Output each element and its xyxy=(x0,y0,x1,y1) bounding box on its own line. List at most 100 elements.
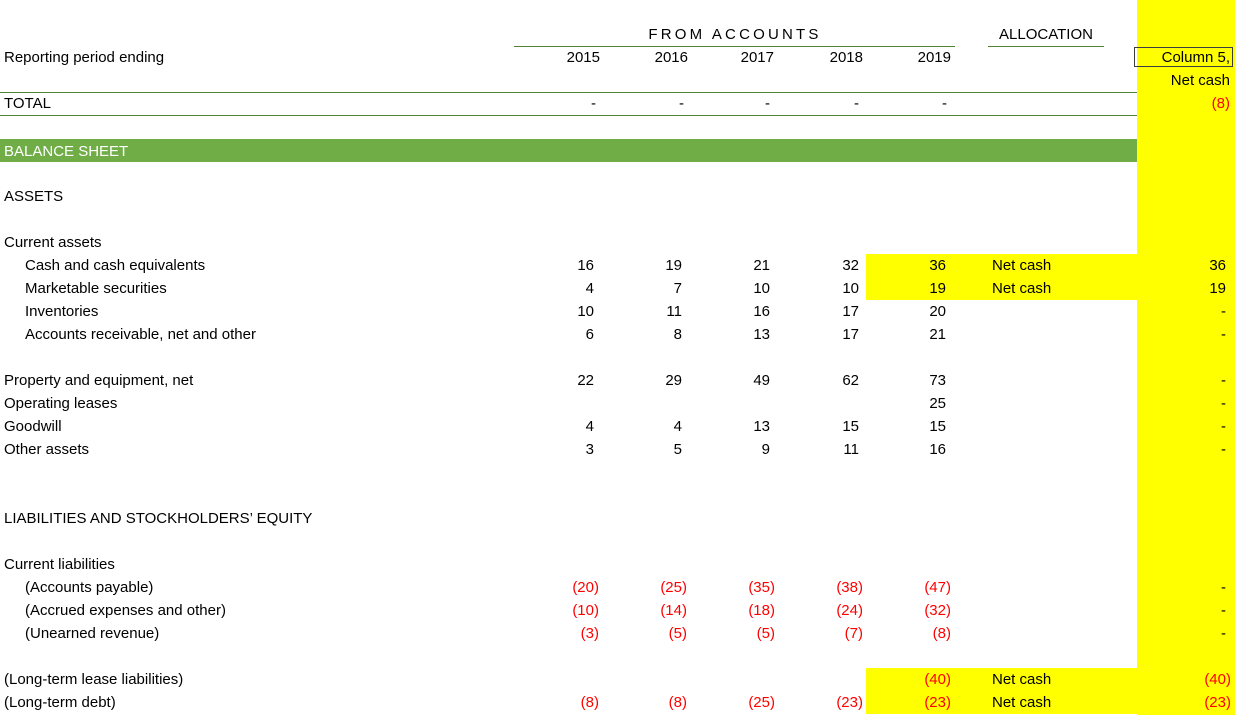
allocation-cell[interactable]: Net cash xyxy=(992,694,1051,712)
cell-value[interactable]: 11 xyxy=(803,441,859,459)
cell-value[interactable]: (20) xyxy=(540,579,599,597)
cell-value[interactable]: 21 xyxy=(891,326,946,344)
cell-value[interactable]: (5) xyxy=(714,625,775,643)
year-header: 2019 xyxy=(917,49,951,66)
column5-cell[interactable]: - xyxy=(1140,579,1226,597)
cell-value[interactable]: (8) xyxy=(540,694,599,712)
cell-value[interactable]: (18) xyxy=(714,602,775,620)
cell-value[interactable]: 7 xyxy=(628,280,682,298)
cell-value[interactable]: 21 xyxy=(714,257,770,275)
cell-value[interactable]: 15 xyxy=(803,418,859,436)
cell-value[interactable]: 10 xyxy=(714,280,770,298)
cell-value[interactable]: (24) xyxy=(803,602,863,620)
row-label: (Long-term debt) xyxy=(4,694,116,711)
balance-sheet-label: BALANCE SHEET xyxy=(4,143,129,160)
cell-value[interactable]: 10 xyxy=(803,280,859,298)
cell-value[interactable]: 17 xyxy=(803,326,859,344)
cell-value[interactable]: (5) xyxy=(628,625,687,643)
total-value[interactable]: - xyxy=(714,95,770,113)
current-liabilities-label: Current liabilities xyxy=(4,556,115,573)
cell-value[interactable]: (8) xyxy=(628,694,687,712)
cell-value[interactable]: 15 xyxy=(891,418,946,436)
column5-cell[interactable]: - xyxy=(1140,625,1226,643)
cell-value[interactable]: (38) xyxy=(803,579,863,597)
allocation-header: ALLOCATION xyxy=(999,26,1093,43)
cell-value[interactable]: 25 xyxy=(891,395,946,413)
cell-value[interactable]: 29 xyxy=(628,372,682,390)
total-value[interactable]: - xyxy=(628,95,684,113)
column5-cell[interactable]: (23) xyxy=(1140,694,1231,712)
cell-value[interactable]: (32) xyxy=(891,602,951,620)
cell-value[interactable]: 13 xyxy=(714,326,770,344)
cell-value[interactable]: (25) xyxy=(628,579,687,597)
column5-cell[interactable]: - xyxy=(1140,326,1226,344)
column5-cell[interactable]: - xyxy=(1140,372,1226,390)
column5-cell[interactable]: - xyxy=(1140,418,1226,436)
cell-value[interactable]: 10 xyxy=(540,303,594,321)
cell-value[interactable]: 8 xyxy=(628,326,682,344)
cell-value[interactable]: 4 xyxy=(540,418,594,436)
total-label: TOTAL xyxy=(4,95,51,112)
year-header: 2018 xyxy=(829,49,863,66)
allocation-cell[interactable]: Net cash xyxy=(992,257,1051,275)
cell-value[interactable]: (40) xyxy=(891,671,951,689)
cell-value[interactable]: 17 xyxy=(803,303,859,321)
cell-value[interactable]: (7) xyxy=(803,625,863,643)
column5-cell[interactable]: - xyxy=(1140,602,1226,620)
cell-value[interactable]: (3) xyxy=(540,625,599,643)
cell-value[interactable]: 19 xyxy=(891,280,946,298)
year-header: 2017 xyxy=(740,49,774,66)
cell-value[interactable]: 19 xyxy=(628,257,682,275)
cell-value[interactable]: (8) xyxy=(891,625,951,643)
cell-value[interactable]: 16 xyxy=(891,441,946,459)
cell-value[interactable]: 4 xyxy=(628,418,682,436)
column5-cell[interactable]: 19 xyxy=(1140,280,1226,298)
column5-cell[interactable]: - xyxy=(1140,395,1226,413)
cell-value[interactable]: (25) xyxy=(714,694,775,712)
total-column5[interactable]: (8) xyxy=(1140,95,1230,113)
from-accounts-header: FROM ACCOUNTS xyxy=(648,26,822,43)
year-header: 2016 xyxy=(654,49,688,66)
liabilities-label: LIABILITIES AND STOCKHOLDERS’ EQUITY xyxy=(4,510,313,527)
cell-value[interactable]: 11 xyxy=(628,303,682,321)
header-bottom-rule xyxy=(0,92,1137,93)
column5-title[interactable]: Column 5, xyxy=(1140,49,1230,67)
column5-cell[interactable]: (40) xyxy=(1140,671,1231,689)
cell-value[interactable]: (14) xyxy=(628,602,687,620)
cell-value[interactable]: (23) xyxy=(803,694,863,712)
total-value[interactable]: - xyxy=(891,95,947,113)
cell-value[interactable]: 73 xyxy=(891,372,946,390)
cell-value[interactable]: 49 xyxy=(714,372,770,390)
column5-cell[interactable]: - xyxy=(1140,441,1226,459)
cell-value[interactable]: 6 xyxy=(540,326,594,344)
cell-value[interactable]: (35) xyxy=(714,579,775,597)
column5-cell[interactable]: - xyxy=(1140,303,1226,321)
cell-value[interactable]: 3 xyxy=(540,441,594,459)
cell-value[interactable]: 16 xyxy=(714,303,770,321)
row-label: (Accrued expenses and other) xyxy=(25,602,226,619)
column5-subtitle: Net cash xyxy=(1170,72,1230,89)
cell-value[interactable]: (10) xyxy=(540,602,599,620)
cell-value[interactable]: 20 xyxy=(891,303,946,321)
total-value[interactable]: - xyxy=(540,95,596,113)
row-label: Other assets xyxy=(4,441,90,458)
cell-value[interactable]: 4 xyxy=(540,280,594,298)
cell-value[interactable]: 22 xyxy=(540,372,594,390)
cell-value[interactable]: 32 xyxy=(803,257,859,275)
total-value[interactable]: - xyxy=(803,95,859,113)
row-label: Marketable securities xyxy=(25,280,167,297)
cell-value[interactable]: (23) xyxy=(891,694,951,712)
cell-value[interactable]: (47) xyxy=(891,579,951,597)
cell-value[interactable]: 36 xyxy=(891,257,946,275)
cell-value[interactable]: 62 xyxy=(803,372,859,390)
cell-value[interactable]: 5 xyxy=(628,441,682,459)
period-label: Reporting period ending xyxy=(4,49,165,66)
allocation-cell[interactable]: Net cash xyxy=(992,280,1051,298)
allocation-underline xyxy=(988,46,1104,47)
cell-value[interactable]: 16 xyxy=(540,257,594,275)
column5-cell[interactable]: 36 xyxy=(1140,257,1226,275)
allocation-cell[interactable]: Net cash xyxy=(992,671,1051,689)
cell-value[interactable]: 13 xyxy=(714,418,770,436)
current-assets-label: Current assets xyxy=(4,234,102,251)
cell-value[interactable]: 9 xyxy=(714,441,770,459)
